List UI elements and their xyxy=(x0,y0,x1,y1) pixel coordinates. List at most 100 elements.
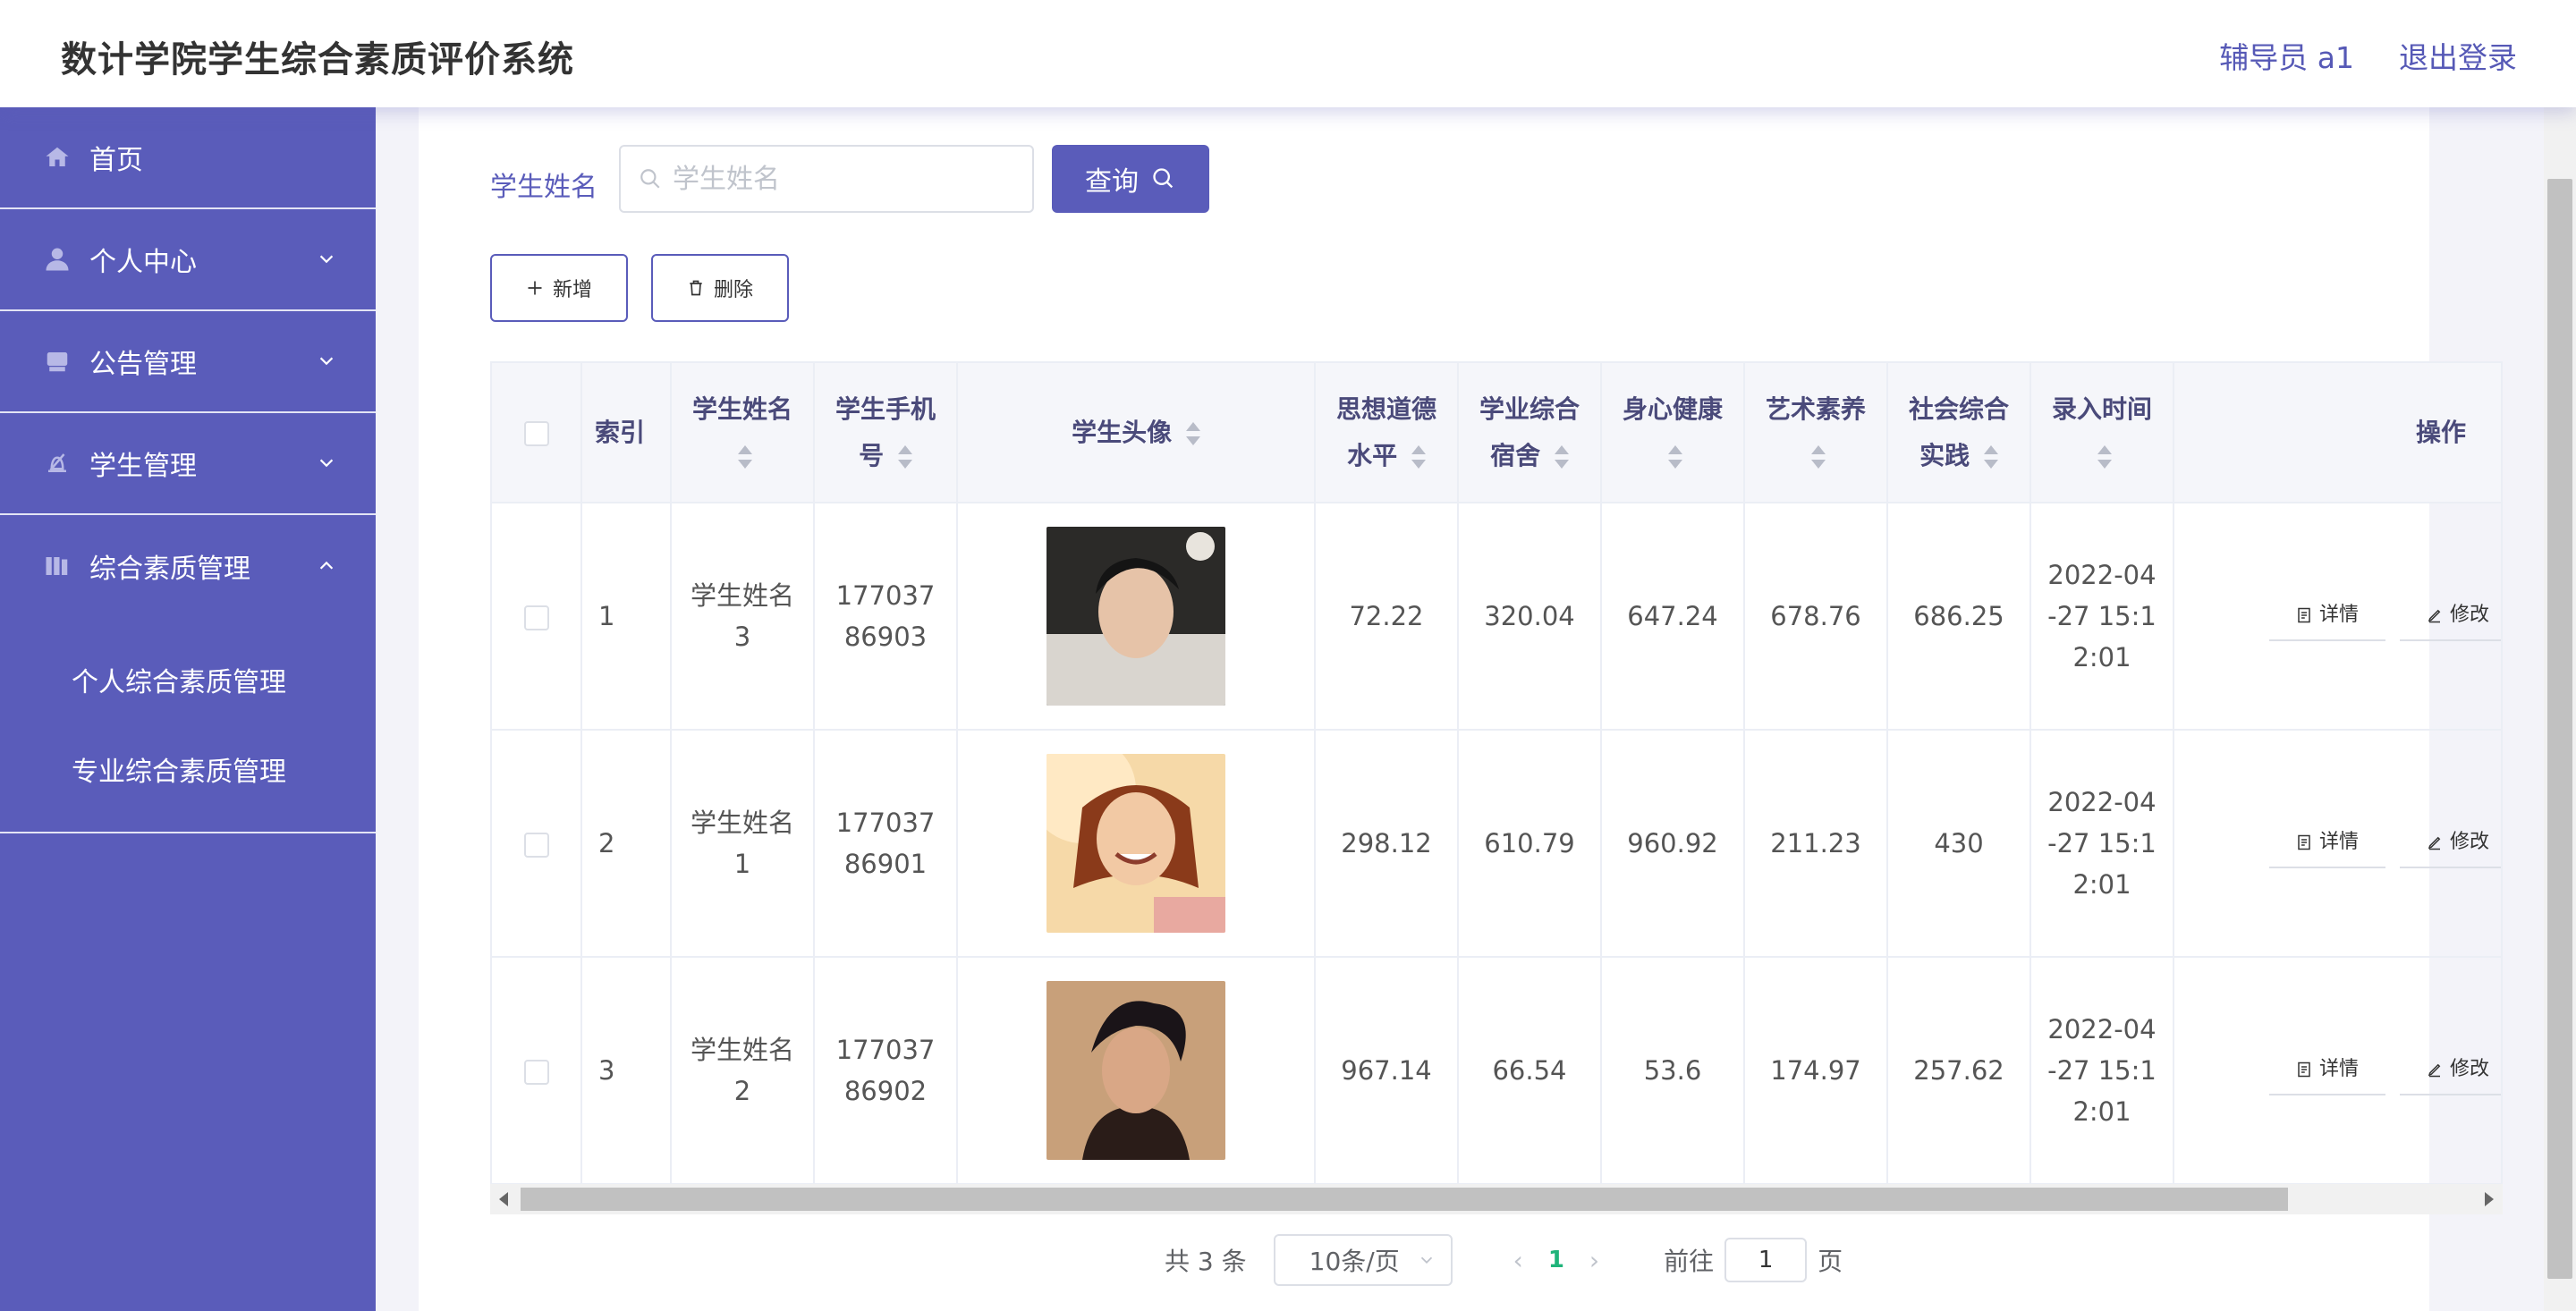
col-header-moral[interactable]: 思想道德水平 xyxy=(1315,363,1459,503)
add-button[interactable]: 新增 xyxy=(490,254,628,322)
sort-icon[interactable] xyxy=(1811,444,1826,470)
vertical-scrollbar[interactable] xyxy=(2544,107,2576,1311)
sort-icon[interactable] xyxy=(1554,444,1569,470)
cell-academic: 66.54 xyxy=(1458,957,1602,1185)
edit-icon xyxy=(2428,609,2441,623)
search-icon xyxy=(640,169,660,189)
cell-health: 960.92 xyxy=(1601,730,1745,958)
sort-icon[interactable] xyxy=(2097,444,2112,470)
document-icon xyxy=(2298,607,2310,623)
edit-button[interactable]: 修改 xyxy=(2400,591,2501,641)
cell-academic: 320.04 xyxy=(1458,503,1602,731)
row-select-cell xyxy=(492,730,582,958)
col-header-index: 索引 xyxy=(581,363,672,503)
prev-page-button[interactable]: ‹ xyxy=(1513,1246,1523,1275)
col-header-actions: 操作 xyxy=(2174,363,2501,503)
col-header-time[interactable]: 录入时间 xyxy=(2030,363,2174,503)
cell-phone: 17703786903 xyxy=(814,503,958,731)
scroll-left-arrow[interactable] xyxy=(499,1192,508,1206)
sort-icon[interactable] xyxy=(1185,420,1200,447)
cell-time: 2022-04-27 15:12:01 xyxy=(2030,730,2174,958)
sort-icon[interactable] xyxy=(1983,444,1998,470)
col-header-name[interactable]: 学生姓名 xyxy=(671,363,815,503)
plus-icon xyxy=(528,281,542,295)
student-avatar-image xyxy=(1046,754,1225,933)
sidebar-item-label: 学生管理 xyxy=(89,451,197,482)
row-actions: 详情 修改 xyxy=(2190,1045,2501,1095)
col-header-avatar[interactable]: 学生头像 xyxy=(957,363,1316,503)
detail-button[interactable]: 详情 xyxy=(2269,818,2385,868)
horizontal-scroll-thumb[interactable] xyxy=(521,1188,2288,1211)
sort-icon[interactable] xyxy=(1411,444,1426,470)
cell-name: 学生姓名2 xyxy=(671,957,815,1185)
cell-name: 学生姓名3 xyxy=(671,503,815,731)
cell-health: 53.6 xyxy=(1601,957,1745,1185)
cell-art: 211.23 xyxy=(1744,730,1888,958)
quality-submenu: 个人综合素质管理 专业综合素质管理 xyxy=(0,617,376,833)
cell-social: 257.62 xyxy=(1887,957,2031,1185)
page-number-current[interactable]: 1 xyxy=(1548,1247,1564,1273)
scroll-right-arrow[interactable] xyxy=(2485,1192,2494,1206)
sidebar-item-home[interactable]: 首页 xyxy=(0,107,376,209)
search-input[interactable] xyxy=(673,163,1013,195)
row-checkbox[interactable] xyxy=(523,833,549,858)
page-size-value: 10条/页 xyxy=(1309,1247,1400,1276)
user-role-link[interactable]: 辅导员 a1 xyxy=(2219,34,2354,77)
sidebar-item-notice[interactable]: 公告管理 xyxy=(0,311,376,413)
sidebar-item-quality[interactable]: 综合素质管理 xyxy=(0,515,376,617)
search-button-label: 查询 xyxy=(1085,166,1139,198)
sidebar-item-label: 综合素质管理 xyxy=(89,554,250,585)
detail-button[interactable]: 详情 xyxy=(2269,591,2385,641)
sidebar-subitem-major-quality[interactable]: 专业综合素质管理 xyxy=(0,724,376,814)
vertical-scroll-thumb[interactable] xyxy=(2547,179,2572,1279)
top-header: 数计学院学生综合素质评价系统 辅导员 a1 退出登录 xyxy=(0,0,2576,107)
sidebar-subitem-personal-quality[interactable]: 个人综合素质管理 xyxy=(0,635,376,724)
row-checkbox[interactable] xyxy=(523,605,549,630)
col-header-social[interactable]: 社会综合实践 xyxy=(1887,363,2031,503)
horizontal-scrollbar[interactable] xyxy=(490,1184,2503,1214)
sort-icon[interactable] xyxy=(738,444,752,470)
delete-button[interactable]: 删除 xyxy=(651,254,789,322)
search-button[interactable]: 查询 xyxy=(1052,145,1209,213)
chevron-down-icon xyxy=(319,255,334,264)
cell-actions: 详情 修改 xyxy=(2174,957,2501,1185)
col-header-art[interactable]: 艺术素养 xyxy=(1744,363,1888,503)
data-table: 索引 学生姓名 学生手机号 学生头像 思想道德水平 学业综合宿舍 身心健康 艺术… xyxy=(490,361,2503,1211)
cell-academic: 610.79 xyxy=(1458,730,1602,958)
next-page-button[interactable]: › xyxy=(1589,1246,1599,1275)
logout-link[interactable]: 退出登录 xyxy=(2399,34,2517,77)
cell-phone: 17703786902 xyxy=(814,957,958,1185)
table-row: 2 学生姓名1 17703786901 298.12 610.79 960.92… xyxy=(492,730,2501,958)
header-actions: 辅导员 a1 退出登录 xyxy=(2219,34,2517,77)
edit-button[interactable]: 修改 xyxy=(2400,1045,2501,1095)
col-header-academic[interactable]: 学业综合宿舍 xyxy=(1458,363,1602,503)
sidebar: 首页 个人中心 公告管理 学生管理 综合素质管理 个人综合素质管理 专业综合素质… xyxy=(0,107,376,1311)
select-all-checkbox[interactable] xyxy=(523,420,549,446)
student-avatar-image xyxy=(1046,527,1225,706)
cell-name: 学生姓名1 xyxy=(671,730,815,958)
page-size-select[interactable]: 10条/页 xyxy=(1273,1234,1453,1286)
col-header-phone[interactable]: 学生手机号 xyxy=(814,363,958,503)
delete-button-label: 删除 xyxy=(713,279,753,301)
edit-button-label: 修改 xyxy=(2449,1058,2489,1080)
sort-icon[interactable] xyxy=(897,444,912,470)
sort-icon[interactable] xyxy=(1668,444,1682,470)
sidebar-item-personal-center[interactable]: 个人中心 xyxy=(0,209,376,311)
row-actions: 详情 修改 xyxy=(2190,818,2501,868)
edit-button[interactable]: 修改 xyxy=(2400,818,2501,868)
goto-page-input[interactable] xyxy=(1724,1238,1808,1282)
row-checkbox[interactable] xyxy=(523,1060,549,1085)
col-header-health[interactable]: 身心健康 xyxy=(1601,363,1745,503)
cell-index: 2 xyxy=(581,730,672,958)
goto-suffix: 页 xyxy=(1818,1247,1843,1276)
sidebar-item-student[interactable]: 学生管理 xyxy=(0,413,376,515)
detail-button[interactable]: 详情 xyxy=(2269,1045,2385,1095)
pagination: 共 3 条 10条/页 ‹ 1 › 前往 页 xyxy=(1165,1234,1843,1286)
sidebar-item-label: 公告管理 xyxy=(89,349,197,380)
search-field[interactable] xyxy=(619,145,1034,213)
cell-health: 647.24 xyxy=(1601,503,1745,731)
cell-art: 678.76 xyxy=(1744,503,1888,731)
edit-icon xyxy=(2428,1063,2441,1078)
notice-icon xyxy=(43,347,72,376)
edit-button-label: 修改 xyxy=(2449,831,2489,853)
